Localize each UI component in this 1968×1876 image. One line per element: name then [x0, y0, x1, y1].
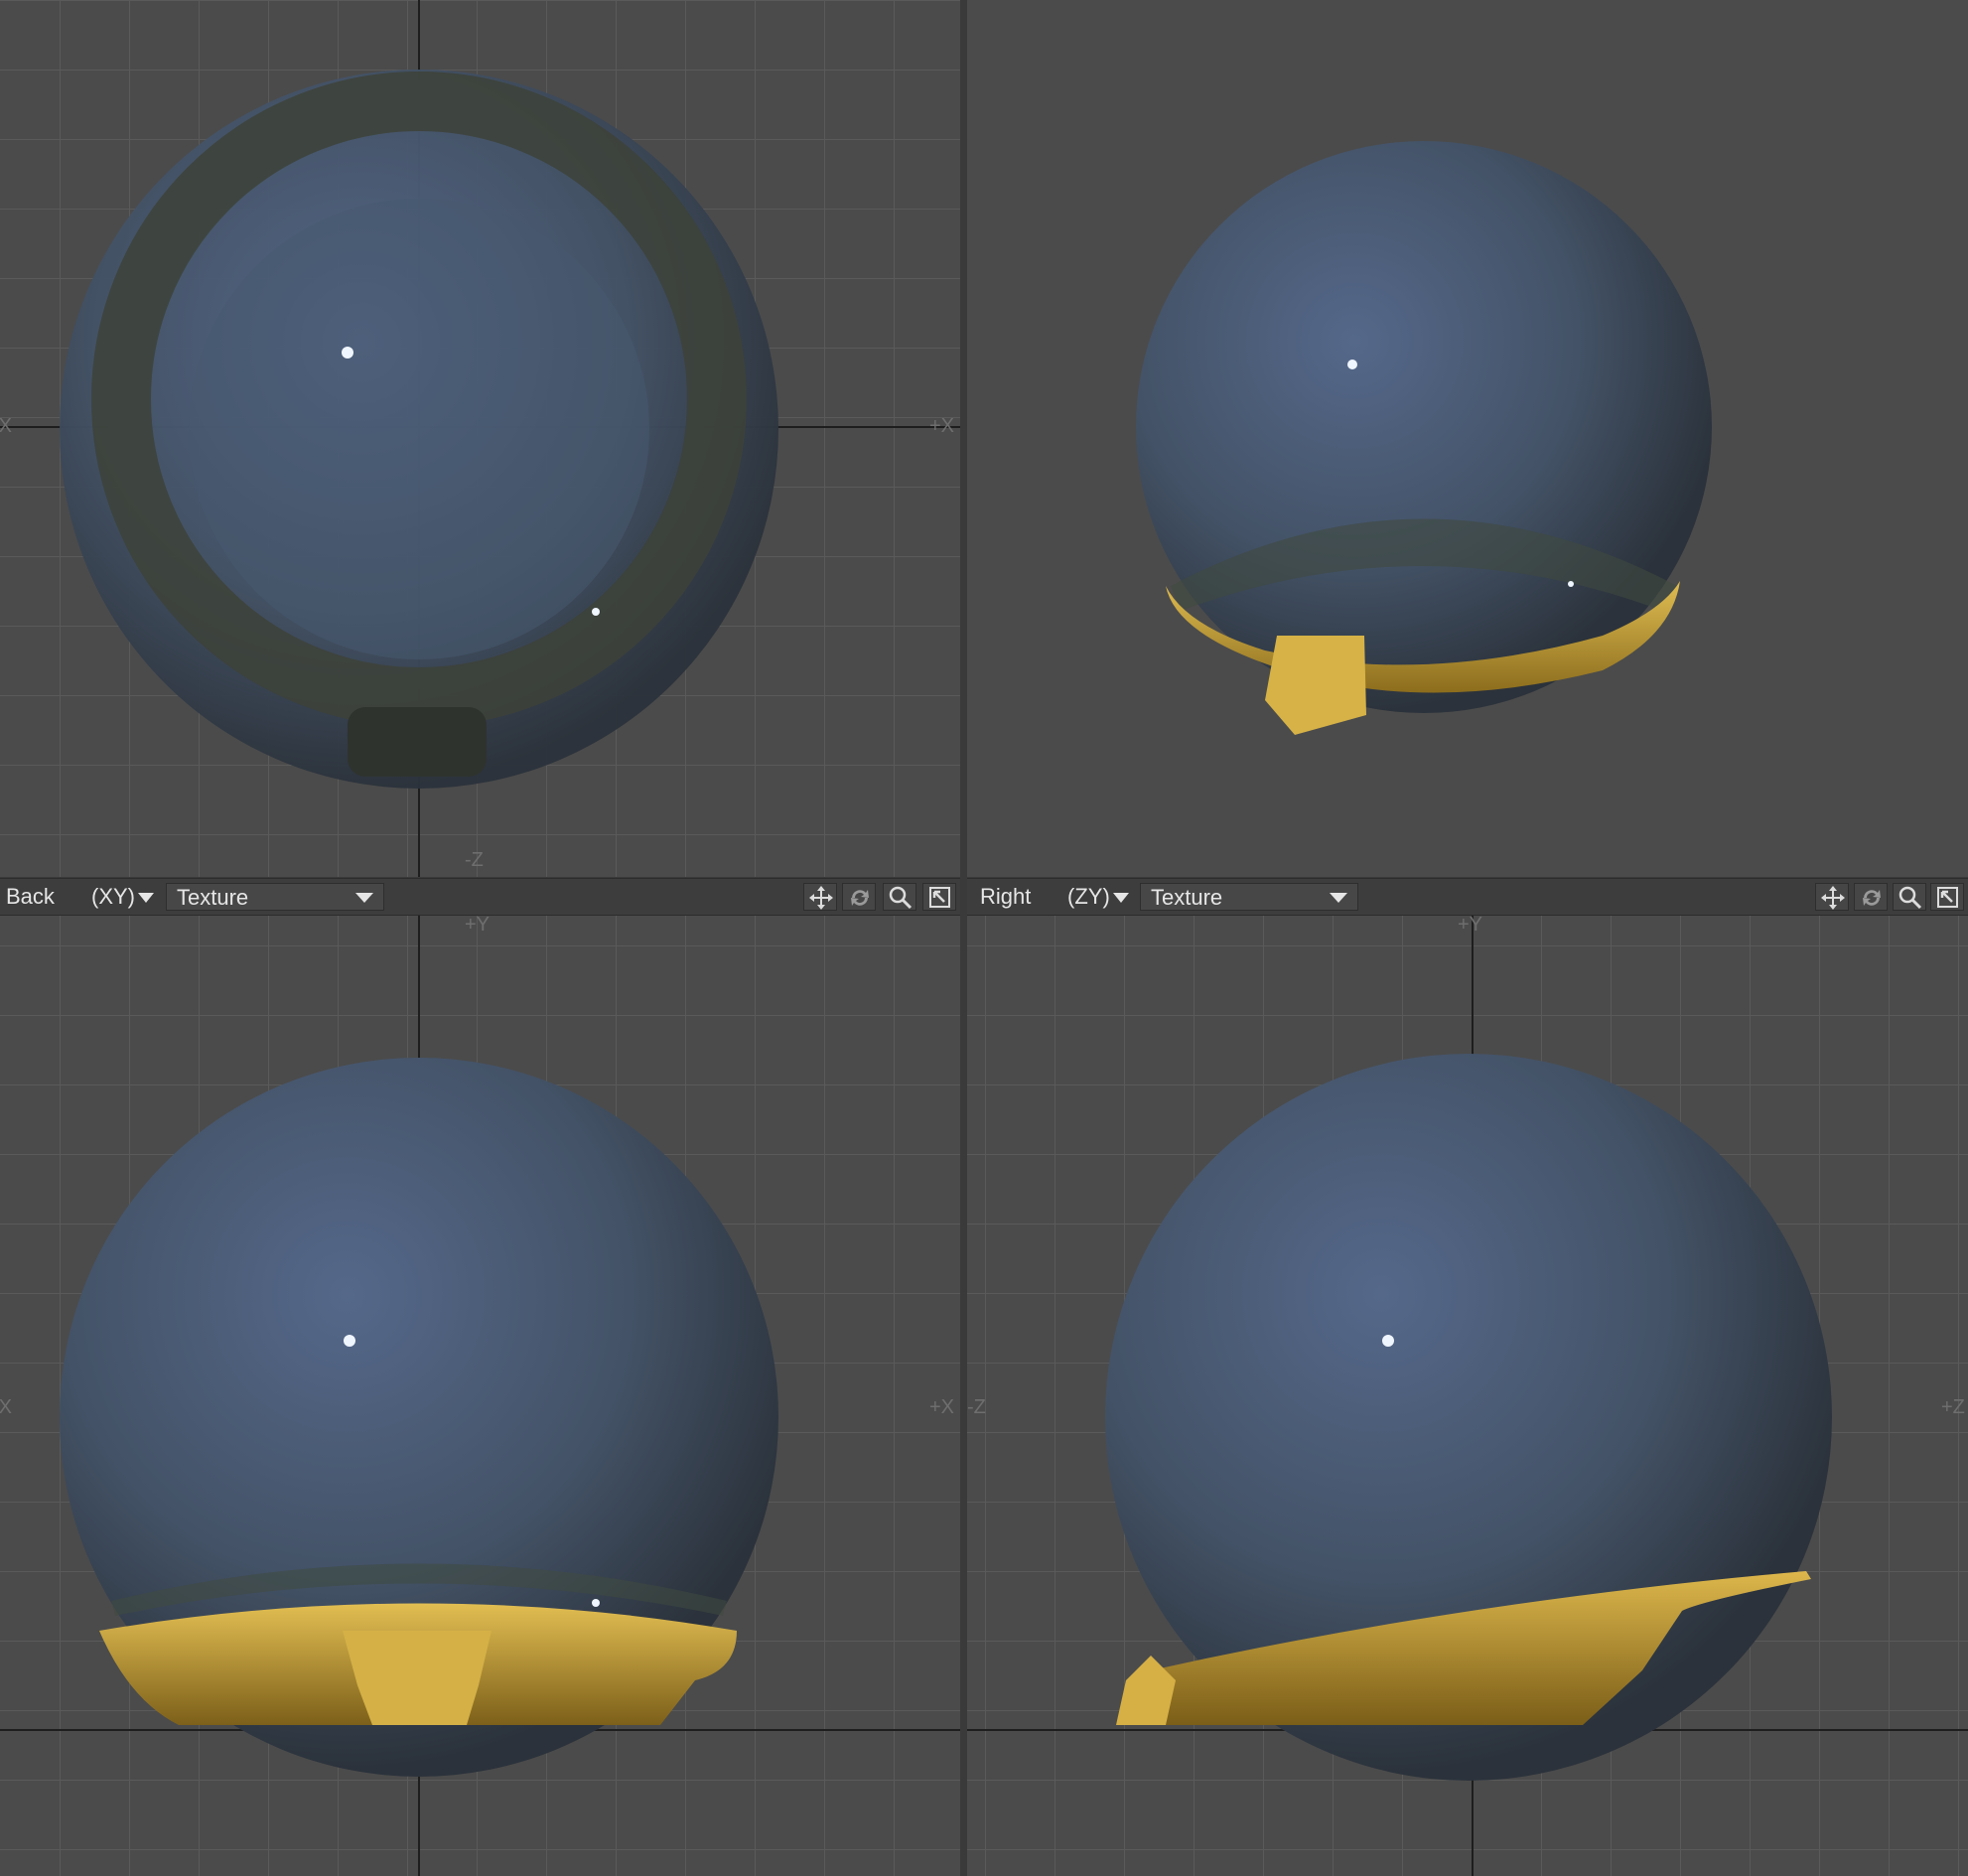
move-view-icon	[809, 886, 833, 910]
axis-label-top: +Y	[465, 916, 491, 936]
view-name-label[interactable]: Right	[980, 879, 1031, 915]
axis-label-bottom: -Z	[465, 849, 484, 871]
visor-inner	[189, 199, 649, 659]
axis-label-right: +X	[929, 415, 955, 437]
zoom-view-button[interactable]	[1893, 883, 1926, 911]
specular-highlight-small	[592, 1599, 600, 1607]
viewport-top-left-canvas	[0, 0, 960, 877]
maximize-viewport-icon	[1937, 887, 1958, 908]
projection-label: (XY)	[91, 884, 135, 909]
viewport-bottom-right-canvas	[967, 916, 1968, 1876]
viewport-top-right[interactable]	[967, 0, 1968, 877]
rotate-view-icon	[1863, 890, 1881, 906]
maximize-viewport-button[interactable]	[1930, 883, 1964, 911]
chevron-down-icon	[1112, 893, 1129, 904]
specular-highlight	[1382, 1335, 1394, 1347]
axis-label-right: +X	[929, 1396, 955, 1418]
axis-label-top: +Y	[1458, 916, 1483, 936]
specular-highlight	[344, 1335, 355, 1347]
axis-label-right: +Z	[1941, 1396, 1965, 1418]
projection-dropdown[interactable]: (XY)	[91, 879, 154, 915]
viewport-bottom-left-canvas	[0, 916, 960, 1876]
projection-label: (ZY)	[1067, 884, 1110, 909]
render-mode-dropdown[interactable]: Texture	[1140, 883, 1358, 911]
specular-highlight-small	[592, 608, 600, 616]
rotate-view-button[interactable]	[842, 883, 876, 911]
neck-ring-buckle	[1265, 636, 1366, 735]
chevron-down-icon	[138, 893, 154, 904]
rotate-view-button[interactable]	[1854, 883, 1888, 911]
viewport-divider[interactable]	[960, 0, 967, 1876]
rim-buckle	[348, 707, 487, 777]
viewport-header-back: Back (XY) Texture	[0, 878, 960, 916]
viewport-bottom-left[interactable]: +Y -X +X	[0, 916, 960, 1876]
chevron-down-icon	[1330, 893, 1347, 903]
zoom-view-icon	[1898, 886, 1922, 910]
viewport-top-right-canvas	[1136, 141, 1712, 735]
projection-dropdown[interactable]: (ZY)	[1067, 879, 1129, 915]
axis-label-left: -X	[0, 415, 12, 437]
specular-highlight-small	[1568, 581, 1574, 587]
viewport-top-left[interactable]: -X +X -Z	[0, 0, 960, 877]
zoom-view-button[interactable]	[883, 883, 916, 911]
specular-highlight	[342, 347, 353, 359]
render-mode-label: Texture	[177, 885, 249, 910]
move-view-icon	[1821, 886, 1845, 910]
viewport-header-right: Right (ZY) Texture	[967, 878, 1968, 916]
viewport-bottom-right[interactable]: +Y -Z +Z	[967, 916, 1968, 1876]
move-view-button[interactable]	[1815, 883, 1849, 911]
chevron-down-icon	[355, 893, 373, 903]
specular-highlight	[1347, 360, 1357, 369]
axis-label-left: -Z	[967, 1396, 986, 1418]
rotate-view-icon	[851, 890, 869, 906]
render-mode-label: Texture	[1151, 885, 1223, 910]
modeler-quad-viewports: -X +X -Z Ba	[0, 0, 1968, 1876]
view-name-label[interactable]: Back	[6, 879, 55, 915]
maximize-viewport-button[interactable]	[922, 883, 956, 911]
render-mode-dropdown[interactable]: Texture	[166, 883, 384, 911]
zoom-view-icon	[889, 886, 913, 910]
axis-label-left: -X	[0, 1396, 12, 1418]
maximize-viewport-icon	[929, 887, 950, 908]
move-view-button[interactable]	[803, 883, 837, 911]
